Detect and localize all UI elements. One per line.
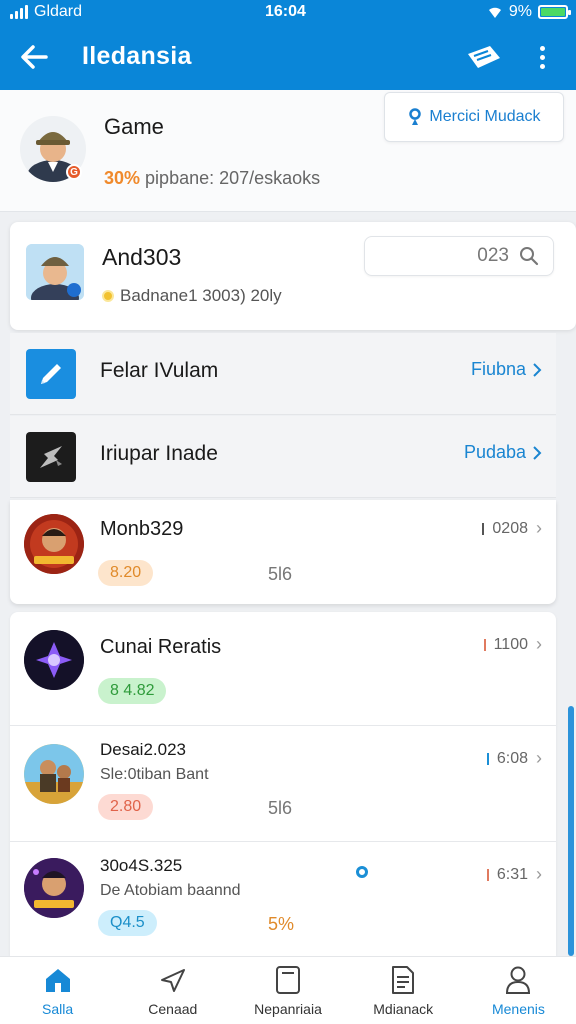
nav-item-document[interactable]: Mdianack bbox=[346, 957, 461, 1024]
stats-percent: 30% bbox=[104, 168, 141, 188]
pen-icon bbox=[26, 349, 76, 399]
card-icon bbox=[273, 965, 303, 995]
game-list-bottom: Cunai Reratis 8 4.82 1100 › Desai2.023 S… bbox=[10, 612, 556, 956]
member-button[interactable]: Mercici Mudack bbox=[384, 92, 564, 142]
status-dot-icon bbox=[356, 866, 368, 878]
game-title: Monb329 bbox=[100, 518, 184, 540]
indicator-mark bbox=[486, 868, 489, 881]
game-row-cunai[interactable]: Cunai Reratis 8 4.82 1100 › bbox=[10, 612, 556, 726]
chevron-right-icon: › bbox=[536, 518, 542, 538]
status-bar: Gldard 16:04 9% bbox=[0, 0, 576, 24]
profile-icon bbox=[503, 965, 533, 995]
nav-label: Salla bbox=[42, 1001, 74, 1017]
game-title: Cunai Reratis bbox=[100, 636, 222, 658]
game-row-monb329[interactable]: Monb329 8.20 5l6 0208 › bbox=[10, 500, 556, 604]
wifi-icon bbox=[488, 7, 501, 18]
quick-link-label: Felar IVulam bbox=[100, 359, 219, 382]
signal-icon bbox=[10, 5, 28, 19]
game-subtitle: De Atobiam baannd bbox=[100, 882, 241, 899]
game-score-pill: Q4.5 bbox=[98, 910, 157, 936]
game-meta: 6:08 › bbox=[486, 748, 542, 769]
quick-link-action[interactable]: Fiubna bbox=[471, 359, 542, 380]
game-ratio: 5% bbox=[268, 914, 295, 934]
game-avatar bbox=[24, 858, 84, 918]
profile-badge: G bbox=[66, 164, 82, 180]
game-meta: 0208 › bbox=[482, 518, 542, 539]
app-bar: Iledansia bbox=[0, 24, 576, 90]
user-avatar bbox=[26, 244, 84, 300]
game-meta: 6:31 › bbox=[486, 864, 542, 885]
home-icon bbox=[43, 965, 73, 995]
nav-item-card[interactable]: Nepanriaia bbox=[230, 957, 345, 1024]
game-ratio: 5l6 bbox=[268, 564, 293, 584]
chevron-right-icon: › bbox=[536, 748, 542, 768]
quick-link-felar[interactable]: Felar IVulam Fiubna bbox=[10, 333, 556, 415]
coin-icon bbox=[102, 290, 114, 302]
game-score-pill: 2.80 bbox=[98, 794, 154, 820]
send-icon bbox=[158, 965, 188, 995]
game-title: 30o4S.325 bbox=[100, 856, 183, 875]
indicator-mark bbox=[483, 638, 486, 651]
game-score-pill: 8.20 bbox=[98, 560, 154, 586]
stats-text: pipbane: 207/eskaoks bbox=[145, 168, 321, 188]
game-title: Desai2.023 bbox=[100, 740, 187, 759]
quick-link-iriupar[interactable]: Iriupar Inade Pudaba bbox=[10, 416, 556, 498]
game-avatar bbox=[24, 744, 84, 804]
profile-name: Game bbox=[104, 114, 164, 139]
game-row-desai[interactable]: Desai2.023 Sle:0tiban Bant 2.80 5l6 6:08… bbox=[10, 726, 556, 842]
user-subtitle: Badnane1 3003) 20ly bbox=[102, 286, 282, 306]
chevron-right-icon bbox=[533, 362, 542, 377]
back-button[interactable] bbox=[18, 42, 50, 72]
nav-item-profile[interactable]: Menenis bbox=[461, 957, 576, 1024]
user-card[interactable]: And303 Badnane1 3003) 20ly 023 bbox=[10, 222, 576, 330]
game-list-top: Monb329 8.20 5l6 0208 › bbox=[10, 500, 556, 604]
shuriken-icon bbox=[26, 432, 76, 482]
nav-label: Menenis bbox=[491, 1001, 545, 1017]
game-row-30o4s[interactable]: 30o4S.325 De Atobiam baannd Q4.5 5% 6:31… bbox=[10, 842, 556, 956]
nav-label: Mdianack bbox=[373, 1001, 434, 1017]
status-time: 16:04 bbox=[265, 3, 306, 20]
person-icon bbox=[409, 108, 422, 125]
bottom-nav: Salla Cenaad Nepanriaia Mdianack Menenis bbox=[0, 956, 576, 1024]
nav-label: Nepanriaia bbox=[254, 1001, 322, 1017]
quick-link-action[interactable]: Pudaba bbox=[464, 442, 542, 463]
search-input[interactable]: 023 bbox=[364, 236, 554, 276]
profile-stats: 30% pipbane: 207/eskaoks bbox=[104, 168, 320, 189]
member-button-label: Mercici Mudack bbox=[429, 108, 541, 125]
carrier-name: Gldard bbox=[34, 3, 83, 20]
quick-link-label: Iriupar Inade bbox=[100, 442, 218, 465]
ticket-icon bbox=[468, 46, 500, 68]
game-subtitle: Sle:0tiban Bant bbox=[100, 766, 209, 783]
ticket-button[interactable] bbox=[464, 42, 504, 72]
user-name: And303 bbox=[102, 244, 182, 270]
avatar-image bbox=[26, 244, 84, 300]
game-meta: 1100 › bbox=[483, 634, 542, 655]
indicator-mark bbox=[482, 522, 485, 535]
game-avatar bbox=[24, 630, 84, 690]
chevron-right-icon: › bbox=[536, 864, 542, 884]
chevron-right-icon: › bbox=[536, 634, 542, 654]
battery-icon bbox=[538, 5, 571, 19]
chevron-right-icon bbox=[533, 445, 542, 460]
arrow-left-icon bbox=[21, 45, 48, 69]
game-ratio: 5l6 bbox=[268, 798, 293, 818]
game-score-pill: 8 4.82 bbox=[98, 678, 167, 704]
nav-item-home[interactable]: Salla bbox=[0, 957, 115, 1024]
battery-percent: 9% bbox=[508, 3, 532, 20]
search-icon bbox=[520, 247, 539, 266]
more-options-button[interactable] bbox=[532, 40, 552, 74]
page-title: Iledansia bbox=[82, 42, 192, 70]
indicator-mark bbox=[486, 752, 489, 765]
game-avatar bbox=[24, 514, 84, 574]
nav-item-send[interactable]: Cenaad bbox=[115, 957, 230, 1024]
scrollbar[interactable] bbox=[568, 706, 574, 956]
search-value: 023 bbox=[477, 245, 509, 266]
document-icon bbox=[388, 965, 418, 995]
nav-label: Cenaad bbox=[148, 1001, 198, 1017]
